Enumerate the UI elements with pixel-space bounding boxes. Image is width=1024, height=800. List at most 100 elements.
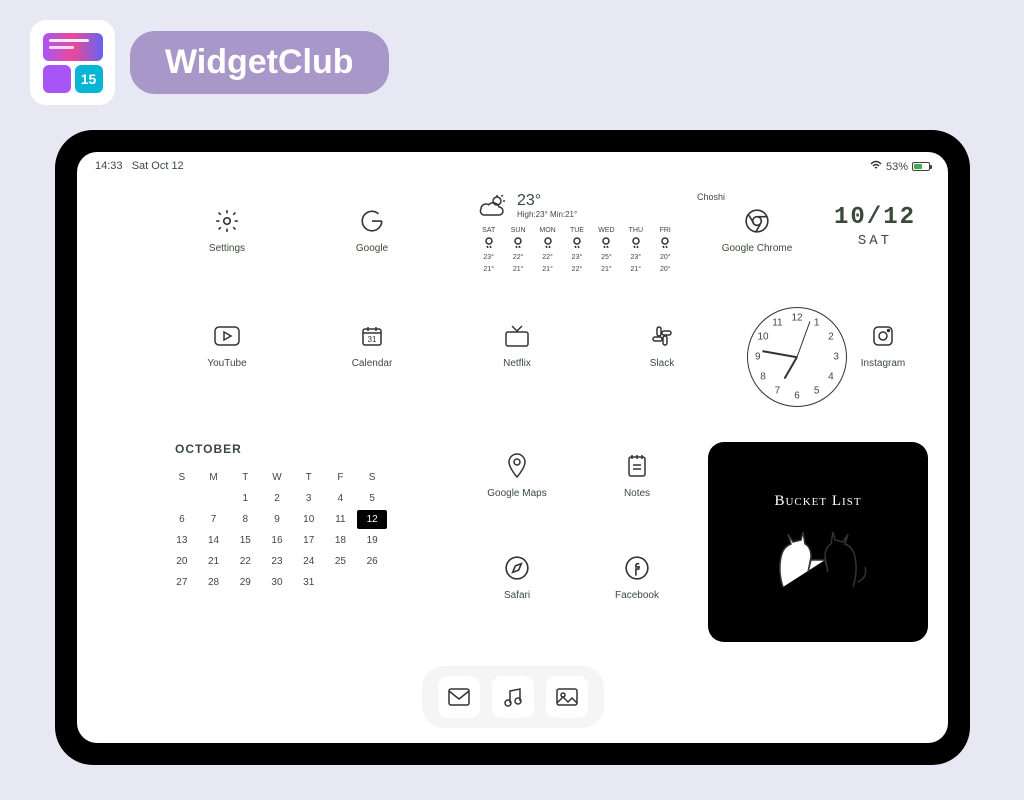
calendar-day[interactable]: 26 xyxy=(357,552,387,571)
calendar-day[interactable]: 17 xyxy=(294,531,324,550)
calendar-header: S xyxy=(357,468,387,487)
brand-logo: 15 xyxy=(30,20,115,105)
calendar-day[interactable]: 28 xyxy=(199,573,229,592)
calendar-day[interactable]: 4 xyxy=(326,489,356,508)
compass-icon xyxy=(503,554,531,582)
app-notes[interactable]: Notes xyxy=(597,452,677,499)
app-google[interactable]: Google xyxy=(332,207,412,254)
app-settings[interactable]: Settings xyxy=(187,207,267,254)
calendar-header: F xyxy=(326,468,356,487)
app-slack[interactable]: Slack xyxy=(622,322,702,369)
app-maps[interactable]: Google Maps xyxy=(477,452,557,499)
app-youtube[interactable]: YouTube xyxy=(187,322,267,369)
weather-widget[interactable]: 23° High:23° Min:21° SAT23°21°SUN22°21°M… xyxy=(477,192,677,275)
forecast-day: TUE23°22° xyxy=(565,225,588,275)
gear-icon xyxy=(213,207,241,235)
forecast-day: THU23°21° xyxy=(624,225,647,275)
calendar-header: S xyxy=(167,468,197,487)
calendar-day[interactable]: 9 xyxy=(262,510,292,529)
bucket-title: Bucket List xyxy=(774,493,861,510)
calendar-day[interactable]: 1 xyxy=(230,489,260,508)
calendar-day[interactable]: 21 xyxy=(199,552,229,571)
calendar-day[interactable]: 27 xyxy=(167,573,197,592)
brand-header: 15 WidgetClub xyxy=(30,20,389,105)
logo-badge: 15 xyxy=(75,65,103,93)
wifi-icon xyxy=(870,160,882,173)
forecast-day: SAT23°21° xyxy=(477,225,500,275)
date-value: 10/12 xyxy=(834,204,916,231)
calendar-icon: 31 xyxy=(358,322,386,350)
google-icon xyxy=(358,207,386,235)
calendar-day[interactable]: 29 xyxy=(230,573,260,592)
forecast-day: FRI20°20° xyxy=(654,225,677,275)
calendar-day[interactable]: 10 xyxy=(294,510,324,529)
weather-temp: 23° xyxy=(517,192,577,210)
forecast-day: WED25°21° xyxy=(595,225,618,275)
instagram-icon xyxy=(869,322,897,350)
date-widget[interactable]: 10/12 SAT xyxy=(834,204,916,249)
youtube-icon xyxy=(213,322,241,350)
calendar-day[interactable]: 23 xyxy=(262,552,292,571)
forecast-row: SAT23°21°SUN22°21°MON22°21°TUE23°22°WED2… xyxy=(477,225,677,275)
calendar-day[interactable]: 6 xyxy=(167,510,197,529)
dock-photos[interactable] xyxy=(546,676,588,718)
app-chrome[interactable]: Google Chrome xyxy=(717,207,797,254)
battery-icon xyxy=(912,162,930,171)
calendar-day[interactable]: 31 xyxy=(294,573,324,592)
bucket-list-widget[interactable]: Bucket List xyxy=(708,442,928,642)
calendar-day[interactable]: 3 xyxy=(294,489,324,508)
calendar-day[interactable]: 19 xyxy=(357,531,387,550)
calendar-day[interactable]: 16 xyxy=(262,531,292,550)
calendar-month: OCTOBER xyxy=(175,442,387,456)
calendar-day[interactable]: 20 xyxy=(167,552,197,571)
svg-text:31: 31 xyxy=(368,335,377,344)
slack-icon xyxy=(648,322,676,350)
calendar-day[interactable]: 18 xyxy=(326,531,356,550)
calendar-day xyxy=(167,489,197,508)
screen[interactable]: 14:33 Sat Oct 12 53% Settings xyxy=(77,152,948,743)
weather-highlow: High:23° Min:21° xyxy=(517,210,577,219)
status-time: 14:33 xyxy=(95,160,123,172)
calendar-day[interactable]: 7 xyxy=(199,510,229,529)
calendar-day[interactable]: 15 xyxy=(230,531,260,550)
date-day: SAT xyxy=(834,233,916,249)
calendar-header: T xyxy=(294,468,324,487)
calendar-day[interactable]: 12 xyxy=(357,510,387,529)
calendar-day[interactable]: 22 xyxy=(230,552,260,571)
calendar-day[interactable]: 30 xyxy=(262,573,292,592)
app-calendar[interactable]: 31 Calendar xyxy=(332,322,412,369)
calendar-day[interactable]: 14 xyxy=(199,531,229,550)
tablet-frame: 14:33 Sat Oct 12 53% Settings xyxy=(55,130,970,765)
weather-location: Choshi xyxy=(697,192,725,202)
calendar-header: M xyxy=(199,468,229,487)
pin-icon xyxy=(503,452,531,480)
app-netflix[interactable]: Netflix xyxy=(477,322,557,369)
chrome-icon xyxy=(743,207,771,235)
forecast-day: SUN22°21° xyxy=(506,225,529,275)
battery-percent: 53% xyxy=(886,161,908,173)
status-bar: 14:33 Sat Oct 12 53% xyxy=(95,160,930,173)
dock-mail[interactable] xyxy=(438,676,480,718)
app-instagram[interactable]: Instagram xyxy=(843,322,923,369)
calendar-day[interactable]: 2 xyxy=(262,489,292,508)
app-safari[interactable]: Safari xyxy=(477,554,557,601)
calendar-header: T xyxy=(230,468,260,487)
notes-icon xyxy=(623,452,651,480)
brand-name: WidgetClub xyxy=(130,31,389,94)
dock xyxy=(422,666,604,728)
calendar-day[interactable]: 8 xyxy=(230,510,260,529)
calendar-day[interactable]: 24 xyxy=(294,552,324,571)
weather-icon xyxy=(477,193,507,219)
calendar-widget[interactable]: OCTOBER SMTWTFS1234567891011121314151617… xyxy=(167,442,387,592)
cats-illustration xyxy=(753,522,883,592)
app-facebook[interactable]: Facebook xyxy=(597,554,677,601)
calendar-day[interactable]: 11 xyxy=(326,510,356,529)
calendar-day[interactable]: 25 xyxy=(326,552,356,571)
dock-music[interactable] xyxy=(492,676,534,718)
calendar-day[interactable]: 13 xyxy=(167,531,197,550)
calendar-day xyxy=(199,489,229,508)
calendar-day[interactable]: 5 xyxy=(357,489,387,508)
clock-widget[interactable]: 123456789101112 xyxy=(747,307,847,407)
status-date: Sat Oct 12 xyxy=(132,160,184,172)
tv-icon xyxy=(503,322,531,350)
